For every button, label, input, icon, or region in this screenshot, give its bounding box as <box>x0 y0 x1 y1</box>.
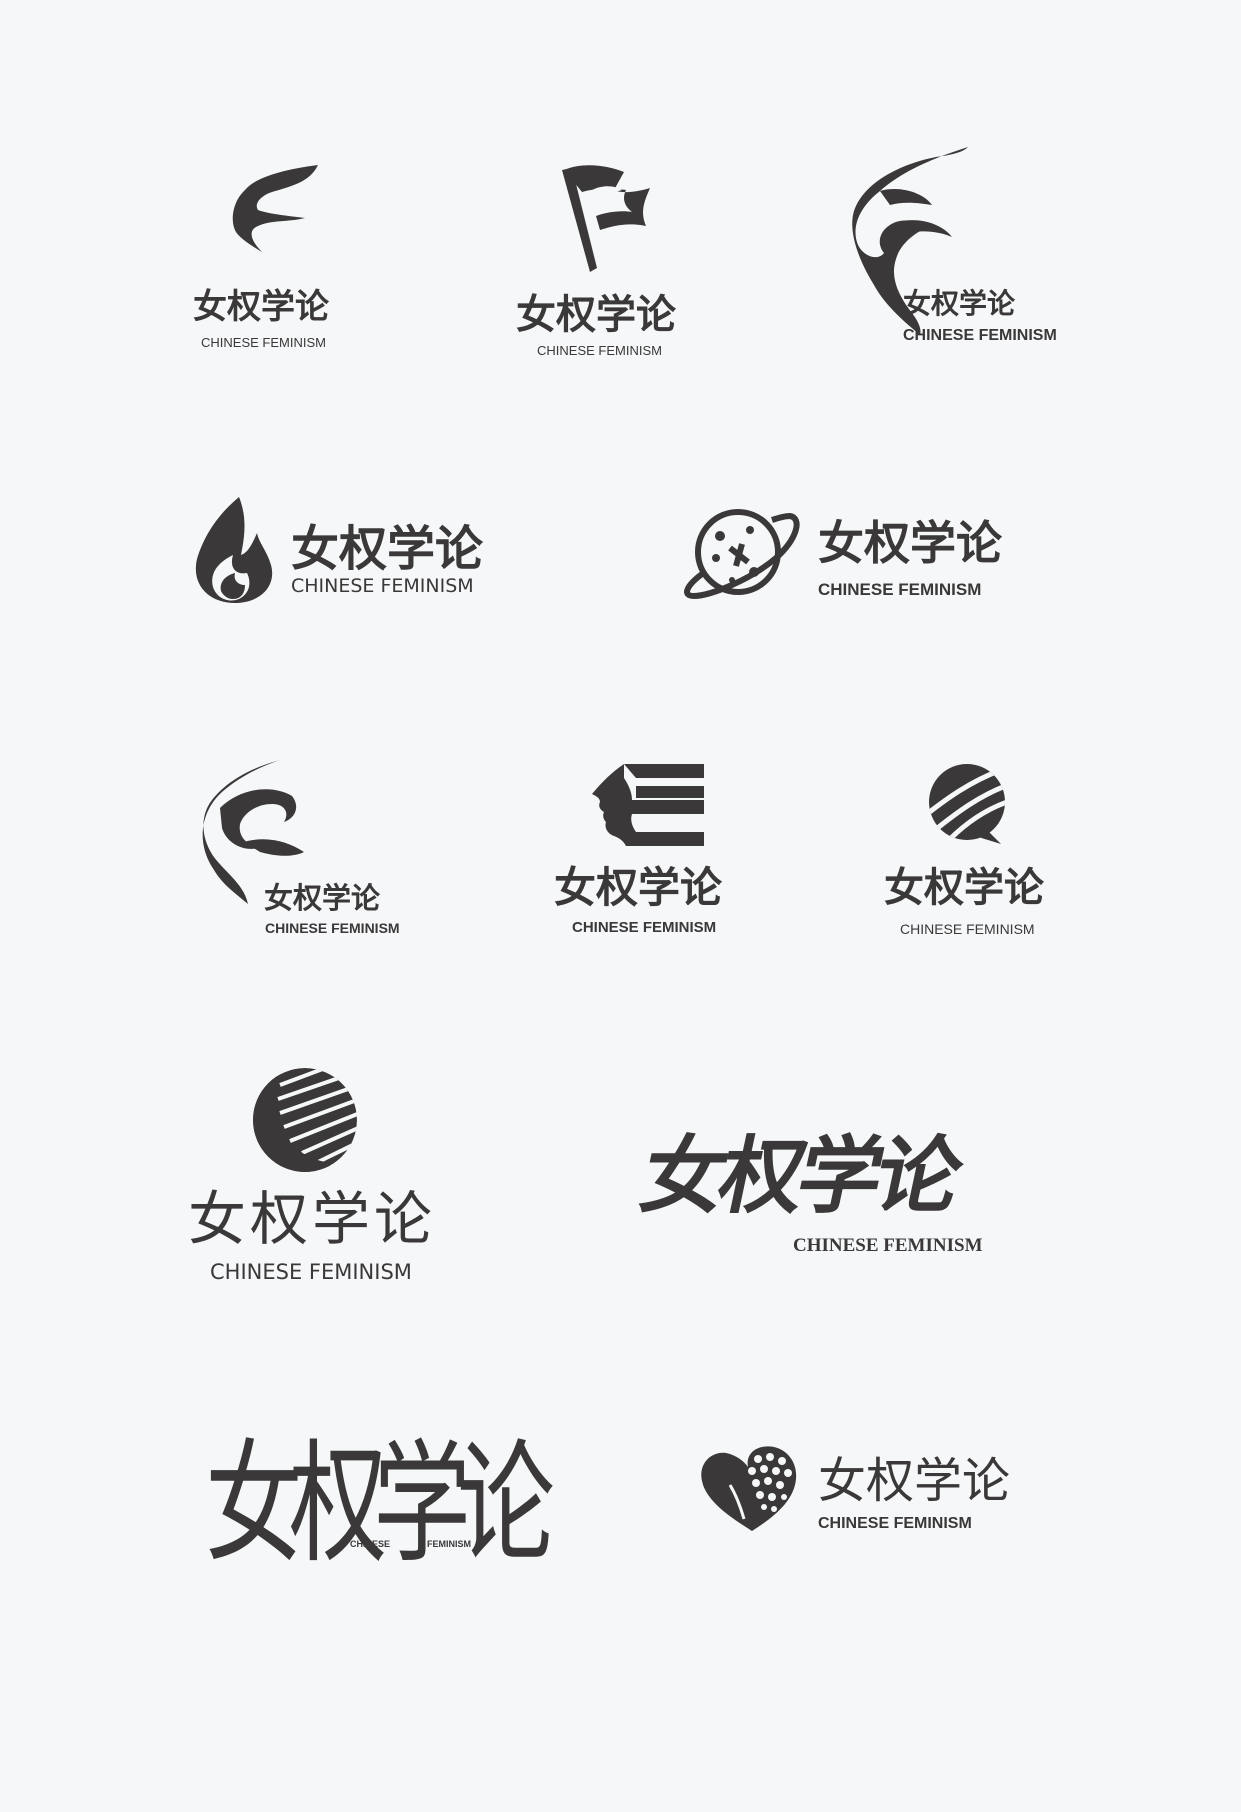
brand-name-cn: 女权学论 <box>884 865 1044 911</box>
flame-f-icon <box>232 165 318 252</box>
brand-name-cn: 女权学论 <box>818 1453 1011 1509</box>
brand-name-en: CHINESE FEMINISM <box>210 1260 412 1284</box>
logo-8: 女权学论 CHINESE FEMINISM <box>880 762 1070 942</box>
brand-name-en: CHINESE FEMINISM <box>818 580 982 599</box>
brand-name-en: CHINESE FEMINISM <box>291 575 474 597</box>
brand-name-cn: 女权学论 <box>264 881 381 915</box>
brand-name-cn: 女权学论 <box>554 863 723 912</box>
logo-9: 女权学论 CHINESE FEMINISM <box>185 1065 432 1290</box>
fire-icon <box>195 497 273 603</box>
logo-5: 女权学论 CHINESE FEMINISM <box>680 500 1020 610</box>
profile-e-icon <box>592 764 704 846</box>
logo-1: 女权学论 CHINESE FEMINISM <box>180 160 340 360</box>
brand-name-en: CHINESE FEMINISM <box>265 920 400 936</box>
logo-7: 女权学论 CHINESE FEMINISM <box>550 762 750 942</box>
brand-name-en-right: FEMINISM <box>427 1539 471 1549</box>
brand-name-cn: 女权学论 <box>291 521 484 577</box>
brand-name-cn: 女权学论 <box>516 292 676 338</box>
striped-ball-icon <box>929 764 1005 844</box>
logo-6: 女权学论 CHINESE FEMINISM <box>200 758 420 943</box>
brand-name-en: CHINESE FEMINISM <box>201 335 326 350</box>
logo-11: 女权学论 CHINESE FEMINISM <box>205 1415 555 1605</box>
planet-icon <box>684 509 800 600</box>
brand-name-cn: 女权学论 <box>818 516 1002 570</box>
brand-name-en: CHINESE FEMINISM <box>818 1515 972 1532</box>
logo-12: 女权学论 CHINESE FEMINISM <box>700 1445 1040 1545</box>
brand-name-en: CHINESE FEMINISM <box>900 921 1035 937</box>
brand-name-cn: 女权学论 <box>193 287 329 327</box>
logo-4: 女权学论 CHINESE FEMINISM <box>195 495 515 610</box>
brand-name-en: CHINESE FEMINISM <box>793 1235 983 1256</box>
striped-moon-icon <box>253 1068 357 1172</box>
heart-flower-icon <box>701 1446 797 1531</box>
brand-name-en: CHINESE FEMINISM <box>537 343 662 358</box>
logo-2: 女权学论 CHINESE FEMINISM <box>510 160 690 360</box>
flag-icon <box>562 165 650 272</box>
brand-name-cn: 女权学论 <box>205 1428 555 1583</box>
brand-name-en-left: CHINESE <box>350 1539 391 1549</box>
logo-10: 女权学论 CHINESE FEMINISM <box>632 1120 1005 1260</box>
brand-name-cn: 女权学论 <box>188 1185 437 1253</box>
brand-name-cn: 女权学论 <box>632 1126 966 1225</box>
brand-name-en: CHINESE FEMINISM <box>903 327 1057 344</box>
brand-name-cn: 女权学论 <box>903 287 1016 320</box>
logo-3: 女权学论 CHINESE FEMINISM <box>840 145 1070 345</box>
brand-name-en: CHINESE FEMINISM <box>572 919 717 936</box>
